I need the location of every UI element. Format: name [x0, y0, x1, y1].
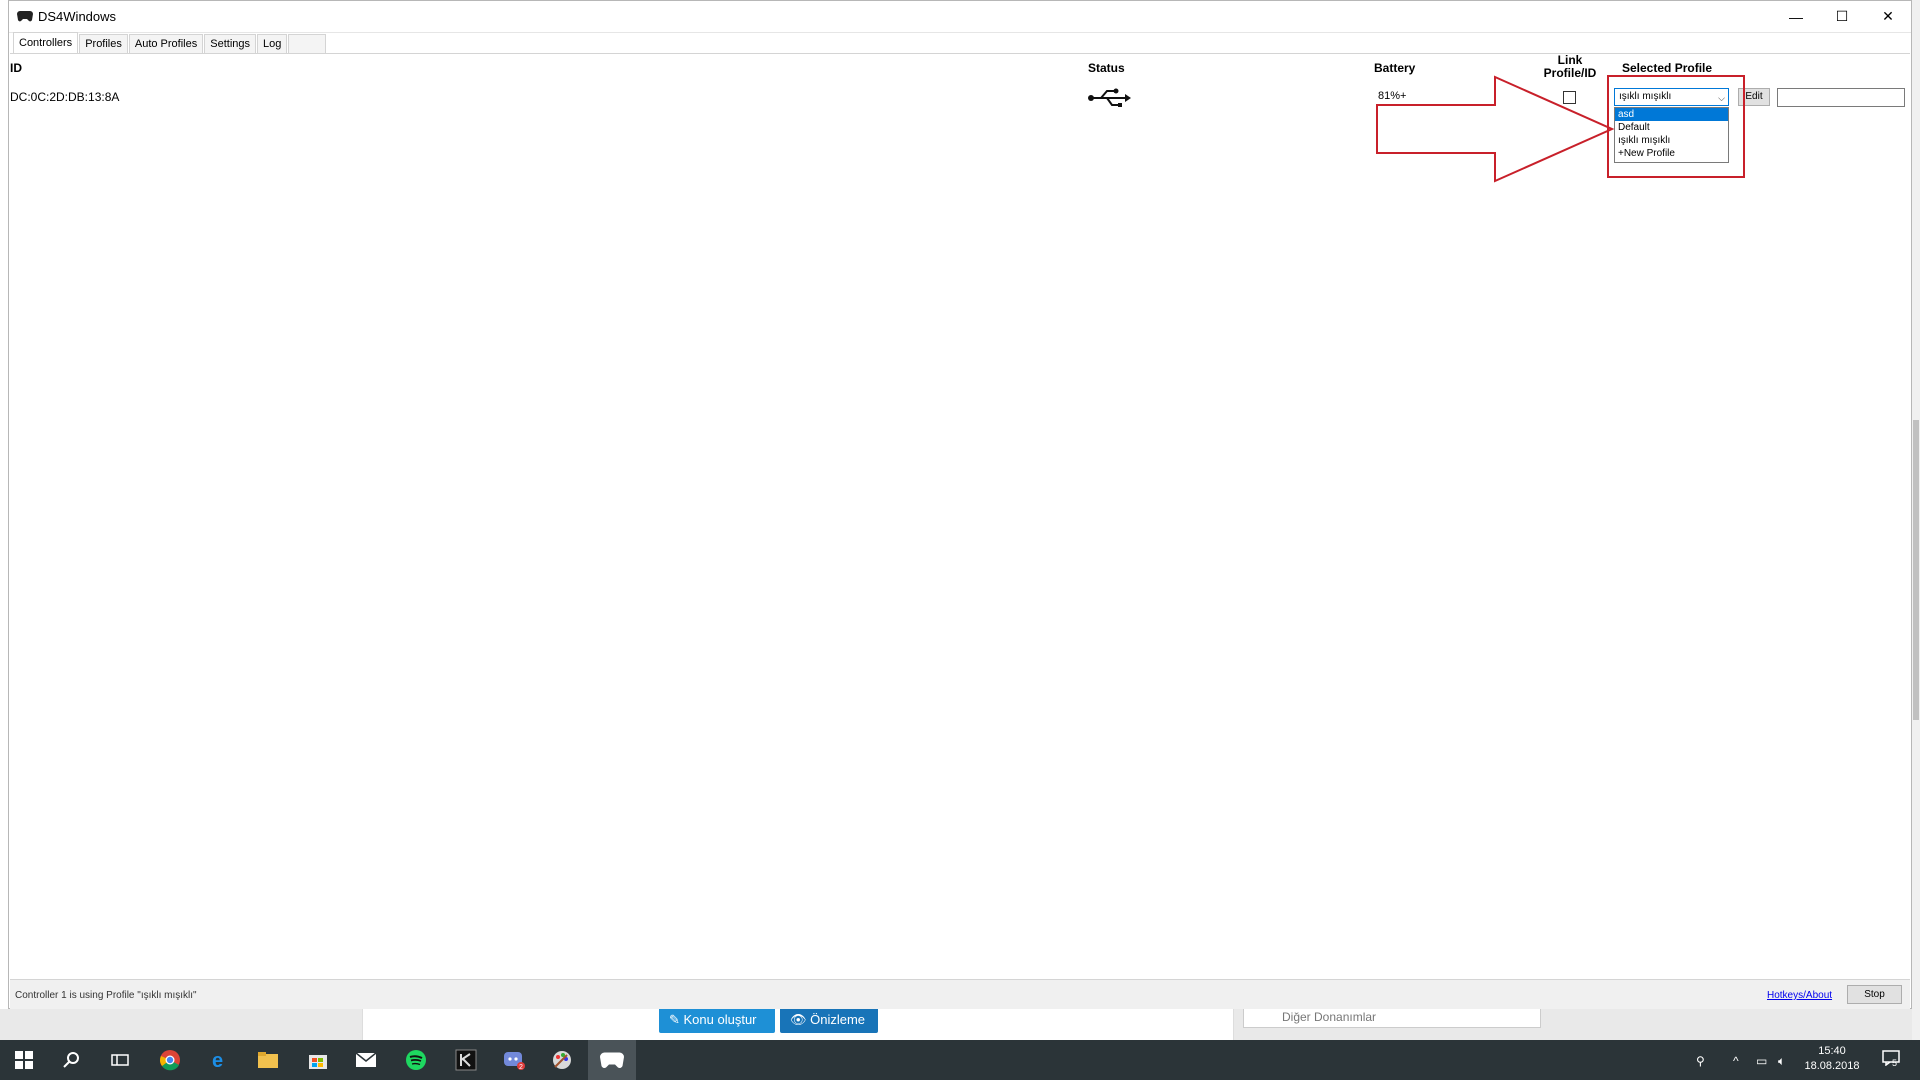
controller-id: DC:0C:2D:DB:13:8A [10, 90, 120, 104]
tab-profiles[interactable]: Profiles [79, 34, 128, 53]
notification-center-icon[interactable]: 5 [1882, 1050, 1900, 1069]
clock-date: 18.08.2018 [1804, 1060, 1860, 1072]
task-view-icon[interactable] [104, 1044, 136, 1076]
stop-button[interactable]: Stop [1847, 985, 1902, 1004]
window-title: DS4Windows [38, 9, 117, 24]
palette-icon [553, 1051, 571, 1069]
windows-logo-icon [15, 1051, 33, 1069]
spotify-icon[interactable] [400, 1044, 432, 1076]
file-explorer-icon[interactable] [252, 1044, 284, 1076]
notification-count: 5 [1892, 1058, 1898, 1068]
column-header-status: Status [1088, 61, 1125, 75]
edge-logo-icon: e [212, 1050, 223, 1071]
ds4windows-taskbar-icon[interactable] [596, 1044, 628, 1076]
tab-log[interactable]: Log [257, 34, 288, 53]
chevron-up-icon[interactable]: ^ [1733, 1054, 1739, 1068]
discord-logo-icon: 2 [504, 1052, 525, 1071]
magnifier-icon [63, 1052, 79, 1068]
chrome-logo-icon [160, 1050, 180, 1071]
custom-id-field[interactable] [1777, 88, 1905, 107]
annotation-highlight-box [1607, 75, 1745, 178]
spotify-logo-icon [406, 1050, 426, 1070]
envelope-icon [355, 1052, 377, 1067]
network-icon[interactable]: ▭ [1756, 1054, 1767, 1068]
taskbar-clock[interactable]: 15:40 18.08.2018 [1800, 1044, 1864, 1074]
paint-icon[interactable] [546, 1044, 578, 1076]
volume-icon[interactable]: 🔈︎ [1778, 1054, 1785, 1069]
tab-controllers[interactable]: Controllers [13, 32, 79, 53]
folder-icon [258, 1052, 278, 1068]
people-icon[interactable]: ⚲ [1696, 1054, 1705, 1068]
tab-strip-filler [288, 34, 327, 53]
column-header-selected-profile: Selected Profile [1622, 61, 1713, 75]
preview-label: Önizleme [810, 1012, 866, 1027]
usb-icon [1088, 88, 1131, 107]
column-header-id: ID [10, 61, 22, 75]
speech-bubble-icon [1882, 1050, 1900, 1067]
gamepad-icon [17, 11, 33, 22]
store-icon[interactable] [302, 1044, 334, 1076]
title-bar[interactable]: DS4Windows — ☐ ✕ [9, 1, 1911, 33]
column-header-battery: Battery [1374, 61, 1416, 75]
svg-text:e: e [212, 1050, 223, 1071]
gamepad-icon [600, 1052, 624, 1069]
mail-icon[interactable] [350, 1044, 382, 1076]
controllers-panel [10, 53, 1910, 979]
svg-text:2: 2 [519, 1064, 523, 1071]
edge-icon[interactable]: e [204, 1044, 236, 1076]
task-view-glyph-icon [111, 1054, 129, 1066]
tab-auto-profiles[interactable]: Auto Profiles [128, 34, 204, 53]
discord-icon[interactable]: 2 [498, 1044, 530, 1076]
status-bar: Controller 1 is using Profile "ışıklı mı… [10, 979, 1910, 1009]
hotkeys-about-link[interactable]: Hotkeys/About [1767, 990, 1832, 1001]
app-k-icon[interactable] [450, 1044, 482, 1076]
preview-button[interactable]: 👁 Önizleme [780, 1006, 878, 1033]
tab-strip: Controllers Profiles Auto Profiles Setti… [13, 32, 327, 54]
tab-settings[interactable]: Settings [204, 34, 256, 53]
status-message: Controller 1 is using Profile "ışıklı mı… [15, 990, 197, 1001]
create-topic-label: Konu oluştur [683, 1012, 757, 1027]
minimize-button[interactable]: — [1773, 1, 1819, 32]
clock-time: 15:40 [1818, 1045, 1846, 1057]
windows-start-icon[interactable] [8, 1044, 40, 1076]
search-icon[interactable] [56, 1044, 88, 1076]
close-button[interactable]: ✕ [1865, 1, 1911, 32]
create-topic-button[interactable]: ✎ Konu oluştur [659, 1006, 775, 1033]
chrome-icon[interactable] [154, 1044, 186, 1076]
background-scrollbar-thumb[interactable] [1913, 420, 1919, 720]
taskbar [0, 1040, 1920, 1080]
annotation-arrow [1376, 75, 1615, 183]
shopping-bag-icon [309, 1055, 327, 1069]
maximize-button[interactable]: ☐ [1819, 1, 1865, 32]
k-logo-icon [455, 1049, 477, 1071]
